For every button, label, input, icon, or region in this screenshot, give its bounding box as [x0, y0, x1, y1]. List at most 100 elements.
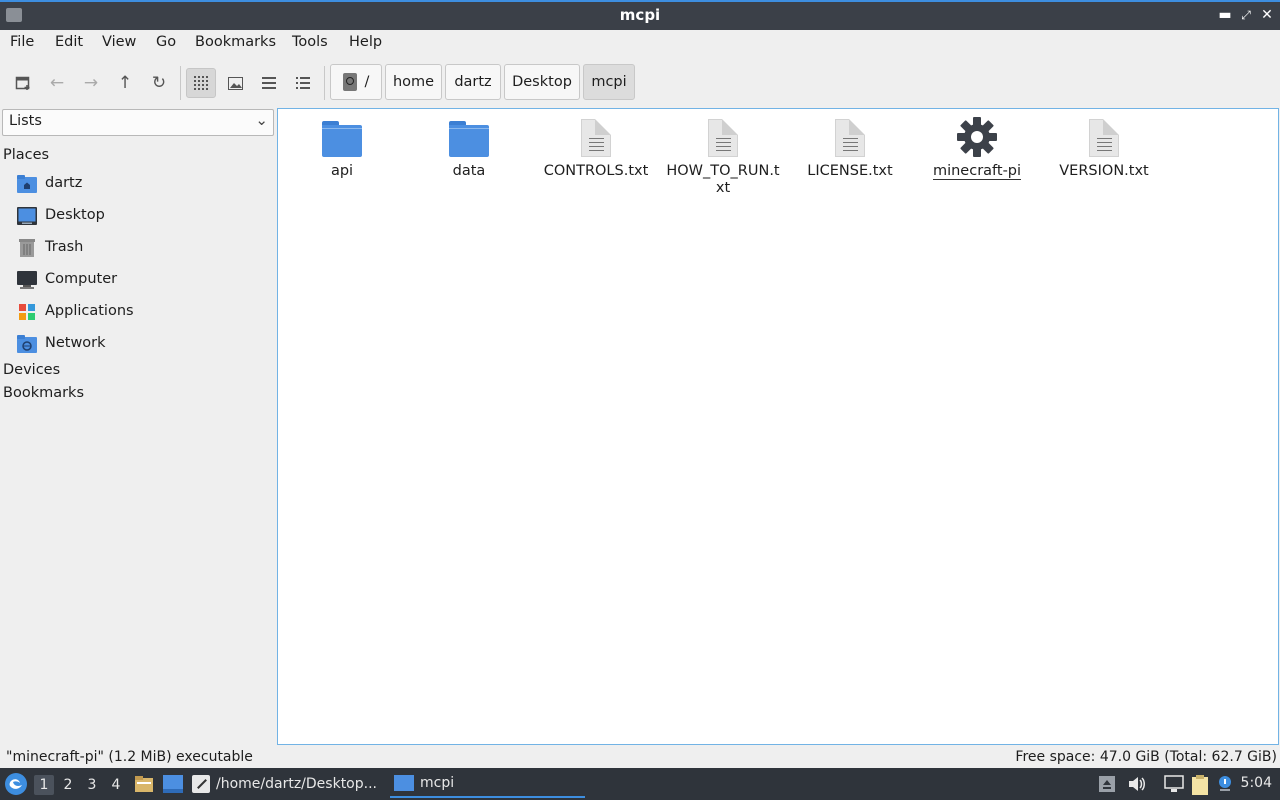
menu-bar: File Edit View Go Bookmarks Tools Help [0, 30, 1280, 56]
file-name: data [452, 163, 486, 179]
menu-view[interactable]: View [102, 34, 136, 50]
workspace-2[interactable]: 2 [58, 775, 78, 795]
icon-view-icon[interactable] [186, 68, 216, 98]
places-heading[interactable]: Places [3, 147, 49, 163]
sidebar-item-trash[interactable]: Trash [0, 233, 276, 263]
window-title: mcpi [619, 6, 661, 24]
sidebar-item-dartz[interactable]: dartz [0, 169, 276, 199]
devices-heading[interactable]: Devices [3, 362, 60, 378]
file-item-controls[interactable]: CONTROLS.txt [533, 117, 659, 180]
file-item-minecraft-pi[interactable]: minecraft-pi [914, 117, 1040, 180]
file-name: api [330, 163, 354, 179]
eject-icon[interactable] [1098, 775, 1116, 793]
sidebar-item-label: dartz [45, 175, 83, 191]
text-editor-icon [192, 775, 210, 793]
sidebar-item-label: Trash [45, 239, 84, 255]
sidebar-item-label: Computer [45, 271, 118, 287]
sidebar-mode-select[interactable]: Lists ⌄ [2, 109, 274, 136]
maximize-button[interactable]: ⤢ [1237, 6, 1255, 24]
file-name: minecraft-pi [932, 163, 1022, 180]
computer-icon [17, 271, 37, 289]
sidebar-item-label: Applications [45, 303, 134, 319]
task-mcpi[interactable]: mcpi [390, 770, 585, 798]
menu-tools[interactable]: Tools [292, 34, 328, 50]
task-label: mcpi [420, 775, 455, 791]
breadcrumb-root[interactable]: / [330, 64, 382, 100]
sidebar-mode-value: Lists [9, 113, 42, 129]
notification-icon[interactable] [1216, 775, 1234, 793]
toolbar-separator [180, 66, 181, 100]
breadcrumb-dartz[interactable]: dartz [445, 64, 501, 100]
menu-edit[interactable]: Edit [55, 34, 83, 50]
free-space-status: Free space: 47.0 GiB (Total: 62.7 GiB) [1015, 749, 1277, 765]
task-label: /home/dartz/Desktop... [216, 776, 377, 792]
file-view[interactable]: api data CONTROLS.txt HOW_TO_RUN.txt LIC… [277, 108, 1279, 745]
chevron-down-icon: ⌄ [255, 111, 268, 129]
file-item-api[interactable]: api [279, 117, 405, 180]
sidebar-item-desktop[interactable]: Desktop [0, 201, 276, 231]
folder-icon [394, 775, 414, 791]
start-menu-icon[interactable] [4, 772, 28, 796]
text-file-icon [701, 117, 745, 163]
up-arrow-icon[interactable]: ↑ [110, 68, 140, 98]
workspace-4[interactable]: 4 [106, 775, 126, 795]
menu-bookmarks[interactable]: Bookmarks [195, 34, 276, 50]
volume-icon[interactable] [1127, 775, 1145, 793]
menu-go[interactable]: Go [156, 34, 176, 50]
forward-arrow-icon[interactable]: → [76, 68, 106, 98]
file-manager-launcher-icon[interactable] [135, 775, 153, 793]
workspace-3[interactable]: 3 [82, 775, 102, 795]
file-item-version[interactable]: VERSION.txt [1041, 117, 1167, 180]
network-icon [17, 335, 37, 353]
close-button[interactable]: ✕ [1258, 6, 1276, 24]
sidebar: Lists ⌄ Places dartz Desktop Trash Compu… [0, 108, 276, 744]
clipboard-icon[interactable] [1190, 775, 1210, 795]
compact-view-icon[interactable] [254, 68, 284, 98]
text-file-icon [1082, 117, 1126, 163]
title-bar[interactable]: mcpi ▬ ⤢ ✕ [0, 0, 1280, 30]
breadcrumb-label: mcpi [591, 74, 627, 90]
sidebar-item-computer[interactable]: Computer [0, 265, 276, 295]
status-bar: "minecraft-pi" (1.2 MiB) executable Free… [0, 748, 1280, 768]
breadcrumb-desktop[interactable]: Desktop [504, 64, 580, 100]
breadcrumb-label: Desktop [512, 74, 572, 90]
back-arrow-icon[interactable]: ← [42, 68, 72, 98]
sidebar-item-label: Desktop [45, 207, 105, 223]
selection-status: "minecraft-pi" (1.2 MiB) executable [6, 749, 253, 765]
breadcrumb-home[interactable]: home [385, 64, 442, 100]
reload-icon[interactable]: ↻ [144, 68, 174, 98]
applications-icon [17, 303, 37, 321]
file-item-license[interactable]: LICENSE.txt [787, 117, 913, 180]
menu-help[interactable]: Help [349, 34, 382, 50]
home-folder-icon [17, 175, 37, 193]
file-item-how-to-run[interactable]: HOW_TO_RUN.txt [660, 117, 786, 197]
breadcrumb-root-label: / [364, 74, 370, 90]
clock[interactable]: 5:04 [1241, 775, 1272, 791]
text-file-icon [574, 117, 618, 163]
toolbar: ← → ↑ ↻ / home dartz Desktop mcpi [0, 60, 1280, 104]
task-editor[interactable]: /home/dartz/Desktop... [192, 770, 384, 798]
desktop-launcher-icon[interactable] [163, 775, 183, 793]
thumbnail-view-icon[interactable] [220, 68, 250, 98]
sidebar-item-applications[interactable]: Applications [0, 297, 276, 327]
detailed-list-view-icon[interactable] [288, 68, 318, 98]
new-tab-icon[interactable] [8, 68, 38, 98]
trash-icon [17, 239, 37, 257]
bookmarks-heading[interactable]: Bookmarks [3, 385, 84, 401]
toolbar-separator [324, 66, 325, 100]
network-connection-icon[interactable] [1164, 775, 1184, 793]
taskbar: 1 2 3 4 /home/dartz/Desktop... mcpi 5:04 [0, 768, 1280, 800]
breadcrumb-label: home [392, 74, 435, 90]
minimize-button[interactable]: ▬ [1216, 6, 1234, 24]
file-name: HOW_TO_RUN.txt [666, 163, 780, 196]
drive-icon [342, 73, 357, 91]
menu-file[interactable]: File [10, 34, 34, 50]
workspace-1[interactable]: 1 [34, 775, 54, 795]
file-name: VERSION.txt [1059, 163, 1149, 179]
sidebar-item-network[interactable]: Network [0, 329, 276, 359]
file-item-data[interactable]: data [406, 117, 532, 180]
breadcrumb-mcpi[interactable]: mcpi [583, 64, 635, 100]
folder-icon [320, 117, 364, 163]
desktop-icon [17, 207, 37, 225]
file-name: CONTROLS.txt [543, 163, 649, 179]
